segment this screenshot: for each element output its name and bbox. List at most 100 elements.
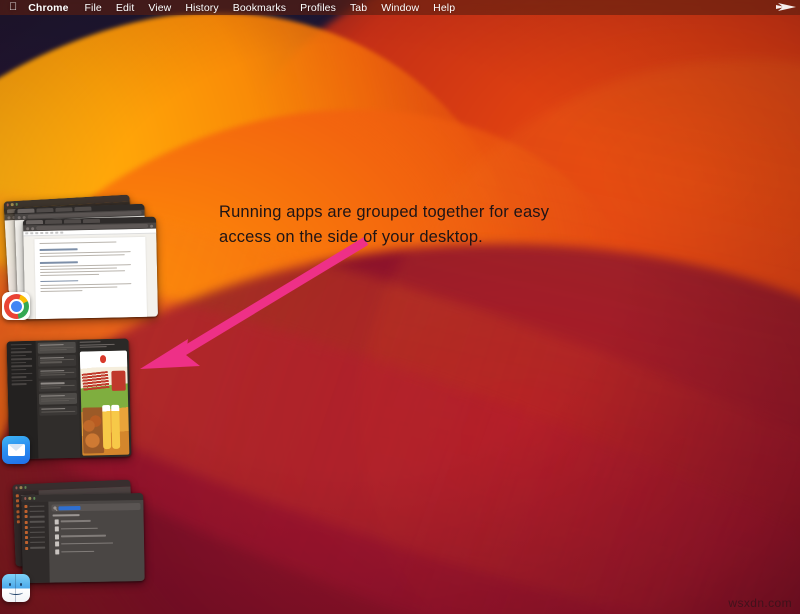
- browser-tab[interactable]: [36, 208, 53, 213]
- mailbox-item[interactable]: [11, 351, 32, 353]
- browser-tab[interactable]: [64, 219, 81, 223]
- doc-line: [40, 264, 132, 267]
- happy-hour-specials-promo-image: [80, 350, 130, 455]
- chrome-window-front[interactable]: [23, 217, 158, 320]
- close-dot[interactable]: [15, 487, 17, 489]
- zoom-dot[interactable]: [15, 203, 18, 206]
- browser-frame: [23, 217, 158, 320]
- menu-item-bookmarks[interactable]: Bookmarks: [226, 2, 293, 14]
- docs-tool[interactable]: [25, 232, 28, 234]
- mailbox-item[interactable]: [11, 344, 32, 346]
- mailbox-item[interactable]: [11, 358, 32, 360]
- finder-window-front[interactable]: [21, 493, 145, 583]
- finder-face-glyph: [2, 574, 30, 602]
- sidebar-entry[interactable]: [24, 525, 47, 528]
- mailbox-item[interactable]: [12, 380, 33, 382]
- mailbox-item[interactable]: [11, 376, 26, 378]
- stage-group-chrome[interactable]: [0, 196, 160, 331]
- doc-line: [40, 286, 117, 289]
- promo-beer-glass: [103, 405, 112, 449]
- forward-button[interactable]: [31, 227, 34, 230]
- close-dot[interactable]: [7, 204, 10, 207]
- doc-line: [40, 290, 83, 292]
- browser-tab-active[interactable]: [26, 220, 43, 224]
- chrome-icon[interactable]: [2, 292, 30, 320]
- docs-tool[interactable]: [35, 232, 38, 234]
- mail-icon[interactable]: [2, 436, 30, 464]
- menu-item-view[interactable]: View: [141, 2, 178, 14]
- sidebar-entry[interactable]: [24, 520, 47, 523]
- docs-tool[interactable]: [45, 232, 48, 234]
- menu-item-chrome[interactable]: Chrome: [28, 2, 77, 14]
- browser-tab[interactable]: [55, 207, 72, 212]
- close-dot[interactable]: [24, 497, 26, 499]
- docs-tool[interactable]: [55, 232, 58, 234]
- zoom-dot[interactable]: [33, 497, 35, 499]
- mailbox-item[interactable]: [11, 369, 26, 371]
- sidebar-entry[interactable]: [24, 536, 47, 539]
- menu-item-history[interactable]: History: [178, 2, 225, 14]
- apple-logo-icon[interactable]: : [9, 2, 17, 13]
- mailbox-item[interactable]: [12, 383, 27, 385]
- profile-button[interactable]: [150, 224, 153, 227]
- zoom-dot[interactable]: [24, 486, 26, 488]
- result-row[interactable]: [52, 540, 141, 547]
- result-row[interactable]: [51, 517, 140, 524]
- finder-sidebar[interactable]: [21, 502, 49, 583]
- browser-tab[interactable]: [45, 220, 62, 224]
- message-list-item[interactable]: [38, 342, 76, 354]
- sidebar-entry[interactable]: [24, 531, 47, 534]
- result-row[interactable]: [52, 548, 141, 555]
- forward-button[interactable]: [23, 215, 26, 218]
- search-query-token: [59, 506, 81, 510]
- mailbox-item[interactable]: [11, 365, 32, 367]
- result-row[interactable]: [52, 525, 141, 532]
- menu-item-file[interactable]: File: [78, 2, 109, 14]
- message-list-item[interactable]: [39, 367, 77, 379]
- message-list-item[interactable]: [39, 406, 77, 416]
- back-button[interactable]: [26, 227, 29, 230]
- mailbox-item[interactable]: [11, 373, 32, 375]
- message-list-item[interactable]: [39, 380, 77, 392]
- file-icon: [55, 534, 59, 539]
- message-list[interactable]: [36, 340, 80, 459]
- minimize-dot[interactable]: [11, 203, 14, 206]
- sidebar-entry[interactable]: [24, 510, 47, 513]
- sidebar-entry[interactable]: [24, 515, 47, 518]
- sidebar-entry[interactable]: [24, 541, 47, 544]
- sidebar-entry[interactable]: [23, 505, 46, 508]
- browser-tab[interactable]: [17, 209, 34, 214]
- mailbox-item[interactable]: [11, 348, 26, 350]
- google-docs-viewport: [23, 229, 158, 320]
- minimize-dot[interactable]: [29, 497, 31, 499]
- doc-heading: [40, 261, 79, 263]
- menu-item-window[interactable]: Window: [374, 2, 426, 14]
- results-section-header: [52, 514, 79, 516]
- browser-tab[interactable]: [74, 207, 91, 212]
- stage-group-finder[interactable]: [0, 478, 145, 614]
- menu-extra-icon[interactable]: [776, 1, 798, 14]
- docs-tool[interactable]: [40, 232, 43, 234]
- stage-group-mail[interactable]: [0, 336, 140, 472]
- back-button[interactable]: [18, 216, 21, 219]
- mailbox-item[interactable]: [11, 362, 26, 364]
- minimize-dot[interactable]: [20, 486, 22, 488]
- menu-item-profiles[interactable]: Profiles: [293, 2, 343, 14]
- finder-search-field[interactable]: [51, 503, 140, 512]
- result-row[interactable]: [52, 533, 141, 540]
- finder-icon[interactable]: [2, 574, 30, 602]
- sidebar-entry[interactable]: [24, 546, 47, 549]
- message-list-item[interactable]: [39, 393, 77, 405]
- mailbox-item[interactable]: [11, 355, 26, 357]
- docs-tool[interactable]: [30, 232, 33, 234]
- menu-item-tab[interactable]: Tab: [343, 2, 374, 14]
- envelope-glyph: [8, 444, 25, 456]
- file-icon: [55, 542, 59, 547]
- browser-tab[interactable]: [83, 219, 100, 223]
- back-button[interactable]: [7, 216, 10, 219]
- docs-tool[interactable]: [50, 232, 53, 234]
- menu-item-help[interactable]: Help: [426, 2, 462, 14]
- menu-item-edit[interactable]: Edit: [109, 2, 142, 14]
- message-list-item[interactable]: [38, 355, 76, 367]
- docs-tool[interactable]: [60, 232, 63, 234]
